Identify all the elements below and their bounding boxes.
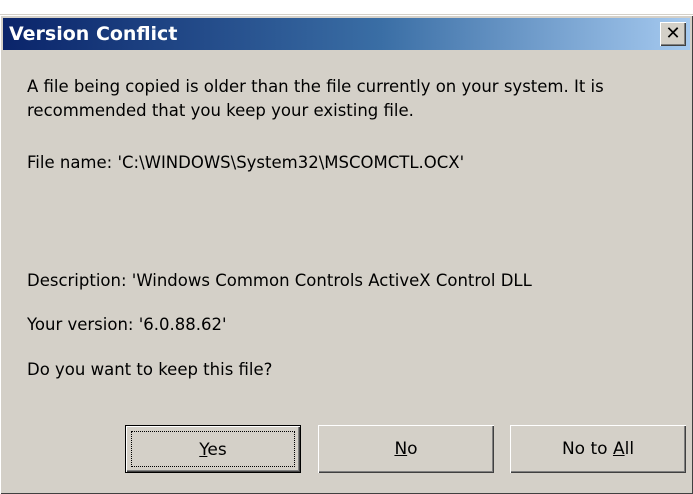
no-to-all-button[interactable]: No to All	[510, 425, 686, 473]
yes-button[interactable]: Yes	[125, 425, 301, 473]
description-line: Description: 'Windows Common Controls Ac…	[27, 271, 532, 290]
close-icon: ✕	[665, 23, 681, 44]
file-name-line: File name: 'C:\WINDOWS\System32\MSCOMCTL…	[27, 153, 465, 172]
yes-label: es	[207, 440, 227, 460]
keep-file-question: Do you want to keep this file?	[27, 360, 273, 379]
no-to-all-pre: No to	[561, 439, 613, 459]
close-button[interactable]: ✕	[660, 22, 686, 46]
no-button[interactable]: No	[318, 425, 494, 473]
no-to-all-accel: A	[612, 439, 625, 459]
dialog-message: A file being copied is older than the fi…	[27, 77, 604, 120]
version-line: Your version: '6.0.88.62'	[27, 315, 227, 334]
version-conflict-dialog: Version Conflict ✕ A file being copied i…	[0, 14, 693, 494]
no-to-all-label: ll	[624, 439, 635, 459]
dialog-title: Version Conflict	[9, 23, 178, 45]
no-accel: N	[394, 439, 408, 459]
no-label: o	[407, 439, 418, 459]
title-bar[interactable]: Version Conflict ✕	[3, 18, 690, 50]
